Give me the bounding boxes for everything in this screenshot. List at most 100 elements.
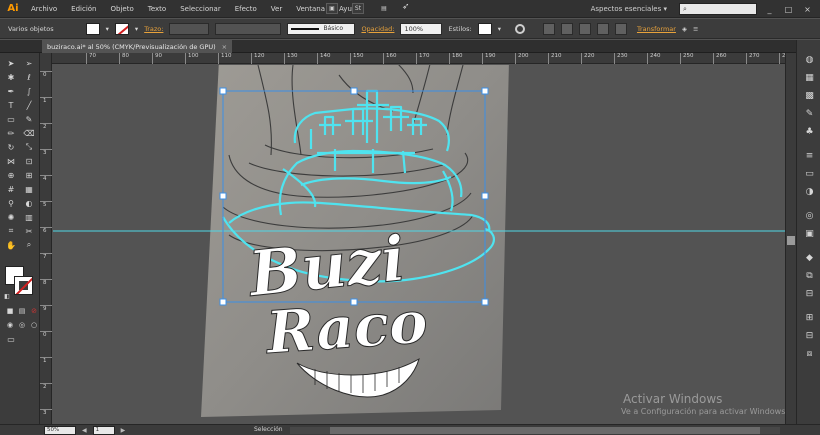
send-icon[interactable]: ➶ [402,2,410,12]
close-icon[interactable]: × [222,43,227,51]
stroke-color-swatch[interactable] [14,276,33,295]
artboard-canvas[interactable]: Buzi Raco Activar Windows Ve a Configura… [53,65,785,424]
resize-handle-bottom-left[interactable] [219,298,227,306]
artboards-icon[interactable]: ⧉ [803,270,816,282]
horizontal-scroll-thumb[interactable] [330,427,760,434]
appearance-icon[interactable]: ◎ [803,210,816,222]
symbol-sprayer-icon[interactable]: ✺ [4,211,18,223]
shape-builder-icon[interactable]: ⊕ [4,169,18,181]
menu-seleccionar[interactable]: Seleccionar [173,5,228,13]
symbols-icon[interactable]: ♣ [803,126,816,138]
menu-objeto[interactable]: Objeto [104,5,141,13]
document-tab[interactable]: buziraco.ai* al 50% (CMYK/Previsualizaci… [42,40,233,53]
artboard-number-field[interactable]: 1 [92,425,115,435]
next-artboard-button[interactable]: ▶ [121,427,126,434]
minimize-button[interactable]: _ [763,5,776,14]
bridge-icon[interactable]: ▣ [326,3,338,14]
color-guide-icon[interactable]: ▦ [803,72,816,84]
stroke-none-swatch[interactable] [114,22,129,35]
rectangle-tool-icon[interactable]: ▭ [4,113,18,125]
resize-handle-top-left[interactable] [219,87,227,95]
menu-archivo[interactable]: Archivo [24,5,64,13]
transform-link[interactable]: Transformar [637,25,676,33]
opacity-link[interactable]: Opacidad: [361,25,394,33]
vertical-scrollbar[interactable] [785,53,796,424]
opacity-field[interactable]: 100% [400,22,443,35]
type-tool-icon[interactable]: T [4,99,18,111]
curvature-tool-icon[interactable]: ∫ [22,85,36,97]
default-colors-icon[interactable]: ◧ [0,290,14,302]
maximize-button[interactable]: □ [782,5,795,14]
magic-wand-icon[interactable]: ✱ [4,71,18,83]
align-left-icon[interactable] [542,22,555,35]
draw-inside-icon[interactable]: ○ [27,319,41,331]
vertical-ruler[interactable]: 0 1 2 3 4 5 6 7 8 9 0 1 2 3 [40,53,52,424]
horizontal-ruler[interactable]: 70 80 90 100 110 120 130 140 150 160 170 180 190 200 2… [52,53,793,64]
align-top-icon[interactable] [596,22,609,35]
stock-badge[interactable]: St [352,3,364,14]
eyedropper-icon[interactable]: ⚲ [4,197,18,209]
resize-handle-right[interactable] [481,192,489,200]
align-center-icon[interactable] [560,22,573,35]
eraser-tool-icon[interactable]: ⌫ [22,127,36,139]
pathfinder-icon[interactable]: ⧈ [803,348,816,360]
recolor-icon[interactable] [514,23,525,34]
menu-efecto[interactable]: Efecto [228,5,264,13]
chevron-down-icon[interactable]: ▾ [498,25,501,33]
direct-selection-tool-icon[interactable]: ➢ [22,57,36,69]
asset-export-icon[interactable]: ⊟ [803,288,816,300]
paintbrush-icon[interactable]: ✎ [22,113,36,125]
resize-handle-bottom-right[interactable] [481,298,489,306]
resize-handle-bottom[interactable] [350,298,358,306]
align-right-icon[interactable] [578,22,591,35]
transparency-icon[interactable]: ◑ [803,186,816,198]
transform-panel-icon[interactable]: ⊞ [803,312,816,324]
none-mode-icon[interactable]: ⊘ [27,305,41,317]
menu-texto[interactable]: Texto [141,5,173,13]
resize-handle-top[interactable] [350,87,358,95]
rotate-tool-icon[interactable]: ↻ [4,141,18,153]
swatches-icon[interactable]: ▩ [803,90,816,102]
align-middle-icon[interactable] [614,22,627,35]
gradient-tool-icon[interactable]: ▦ [22,183,36,195]
prev-artboard-button[interactable]: ◀ [82,427,87,434]
brush-definition-dropdown[interactable]: Básico [287,22,356,35]
current-tool-status[interactable]: Selección [254,426,283,433]
gradient-panel-icon[interactable]: ▭ [803,168,816,180]
scale-tool-icon[interactable]: ⤡ [22,141,36,153]
mesh-tool-icon[interactable]: # [4,183,18,195]
column-graph-icon[interactable]: ▥ [22,211,36,223]
hand-tool-icon[interactable]: ✋ [4,239,18,251]
slice-tool-icon[interactable]: ✂ [22,225,36,237]
stroke-weight-dropdown[interactable] [169,22,210,35]
close-button[interactable]: × [801,5,814,14]
screen-mode-icon[interactable]: ▭ [4,333,18,345]
width-tool-icon[interactable]: ⋈ [4,155,18,167]
layers-icon[interactable]: ◆ [803,252,816,264]
pencil-tool-icon[interactable]: ✏ [4,127,18,139]
free-transform-icon[interactable]: ⊡ [22,155,36,167]
graphic-style-swatch[interactable] [477,22,492,35]
line-tool-icon[interactable]: ╱ [22,99,36,111]
vertical-scroll-thumb[interactable] [787,236,795,245]
graphic-styles-icon[interactable]: ▣ [803,228,816,240]
menu-ver[interactable]: Ver [264,5,289,13]
lasso-icon[interactable]: ℓ [22,71,36,83]
horizontal-scrollbar[interactable] [290,427,780,434]
chevron-down-icon[interactable]: ▾ [106,25,109,33]
zoom-tool-icon[interactable]: ⌕ [22,239,36,251]
stroke-panel-icon[interactable]: ≡ [803,150,816,162]
variable-width-dropdown[interactable] [215,22,282,35]
search-input[interactable]: ⌕ [679,3,757,15]
pen-tool-icon[interactable]: ✒ [4,85,18,97]
resize-handle-left[interactable] [219,192,227,200]
artboard-tool-icon[interactable]: ⌗ [4,225,18,237]
selection-tool-icon[interactable]: ➤ [4,57,18,69]
resize-handle-top-right[interactable] [481,87,489,95]
blend-tool-icon[interactable]: ◐ [22,197,36,209]
isolate-icon[interactable]: ◈ [682,25,687,33]
workspace-switcher[interactable]: Aspectos esenciales ▾ [585,5,673,13]
fill-swatch[interactable] [85,22,100,35]
align-panel-icon[interactable]: ⊟ [803,330,816,342]
chevron-down-icon[interactable]: ▾ [135,25,138,33]
